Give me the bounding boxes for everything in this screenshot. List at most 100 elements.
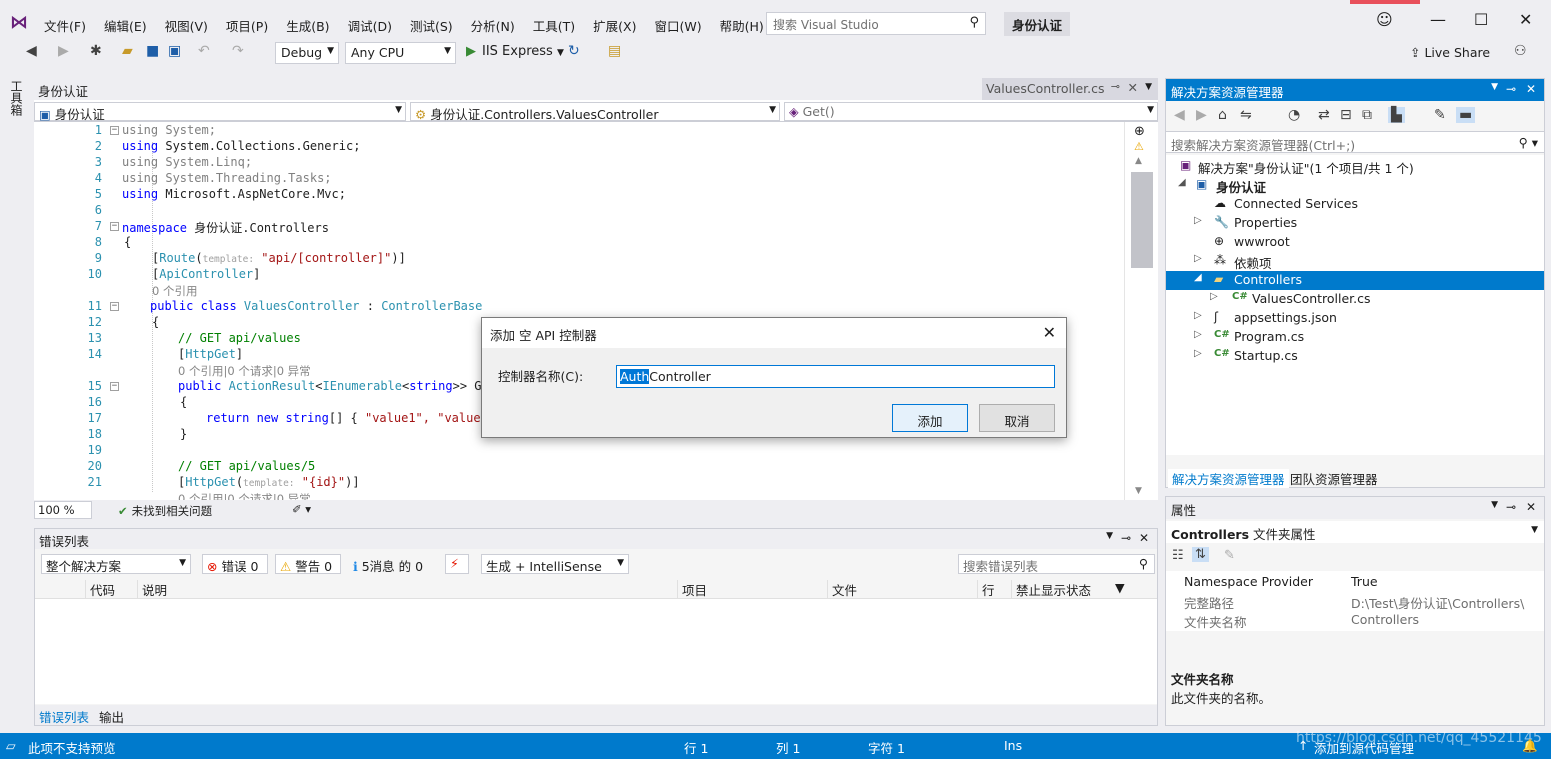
zoom-select[interactable]: 100 % <box>34 501 92 519</box>
show-all-files-icon[interactable]: ⧉ <box>1362 107 1372 123</box>
menu-extensions[interactable]: 扩展(X) <box>593 16 646 35</box>
minimize-icon[interactable]: — <box>1430 10 1446 29</box>
filter-icon[interactable]: ▼ <box>1111 580 1125 595</box>
collapse-all-icon[interactable]: ⊟ <box>1340 107 1352 123</box>
tree-node-appsettings[interactable]: ▷ ʃ appsettings.json <box>1166 309 1544 328</box>
collapsed-icon[interactable]: ▷ <box>1194 253 1202 264</box>
collapsed-icon[interactable]: ▷ <box>1210 291 1218 302</box>
minimize-panel-icon[interactable]: ▬ <box>1456 107 1476 123</box>
close-tab-icon[interactable]: ✕ <box>1128 80 1138 95</box>
scroll-up-icon[interactable]: ▲ <box>1135 156 1142 166</box>
collapsed-icon[interactable]: ▷ <box>1194 348 1202 359</box>
expanded-icon[interactable]: ◢ <box>1178 177 1186 188</box>
back-icon[interactable]: ◀ <box>26 43 37 59</box>
project-nav-dropdown[interactable]: ▣ 身份认证 ▼ <box>34 102 406 122</box>
live-share-button[interactable]: ⇪ Live Share <box>1410 45 1490 60</box>
collapsed-icon[interactable]: ▷ <box>1194 329 1202 340</box>
cancel-button[interactable]: 取消 <box>979 404 1055 432</box>
column-project[interactable]: 项目 <box>677 580 707 599</box>
scope-select[interactable]: 整个解决方案 ▼ <box>41 554 191 574</box>
code-editor[interactable]: 1− using System; 2 using System.Collection… <box>34 122 1124 500</box>
pin-icon[interactable]: ⊸ <box>1121 531 1131 545</box>
property-row[interactable]: Namespace Provider True <box>1166 573 1544 592</box>
properties-icon[interactable]: ✎ <box>1434 107 1446 123</box>
home-icon[interactable]: ⌂ <box>1218 107 1227 123</box>
pin-icon[interactable]: ⊸ <box>1506 500 1516 514</box>
filter-toggle-button[interactable]: ⚡ <box>445 554 469 574</box>
column-description[interactable]: 说明 <box>137 580 167 599</box>
scroll-down-icon[interactable]: ▼ <box>1135 486 1142 496</box>
chevron-down-icon[interactable]: ▼ <box>1491 82 1498 92</box>
close-icon[interactable]: ✕ <box>1139 531 1149 545</box>
platform-select[interactable]: Any CPU ▼ <box>345 42 456 64</box>
pin-icon[interactable]: ⊸ <box>1506 82 1516 96</box>
menu-file[interactable]: 文件(F) <box>44 16 96 35</box>
save-all-icon[interactable]: ▣ <box>168 43 181 59</box>
switch-views-icon[interactable]: ⇋ <box>1240 107 1252 123</box>
tree-node-connected-services[interactable]: ☁ Connected Services <box>1166 195 1544 214</box>
editor-vertical-scrollbar[interactable]: ⊕ ⚠ ▲ ▼ <box>1124 122 1158 500</box>
chevron-down-icon[interactable]: ▼ <box>1145 82 1152 92</box>
tab-team-explorer[interactable]: 团队资源管理器 <box>1286 469 1382 488</box>
save-icon[interactable]: ■ <box>146 43 159 59</box>
menu-view[interactable]: 视图(V) <box>165 16 218 35</box>
sync-icon[interactable]: ⇄ <box>1318 107 1330 123</box>
pin-icon[interactable]: ⊸ <box>1111 80 1120 93</box>
collapsed-icon[interactable]: ▷ <box>1194 310 1202 321</box>
redo-icon[interactable]: ↷ <box>232 43 244 59</box>
menu-build[interactable]: 生成(B) <box>286 16 339 35</box>
menu-test[interactable]: 测试(S) <box>410 16 463 35</box>
tree-node-values-controller[interactable]: ▷ C# ValuesController.cs <box>1166 290 1544 309</box>
admin-icon[interactable]: ⚇ <box>1514 43 1527 59</box>
member-nav-dropdown[interactable]: ◈ Get() ▼ <box>784 102 1158 121</box>
close-icon[interactable]: ✕ <box>1526 500 1536 514</box>
forward-icon[interactable]: ▶ <box>58 43 69 59</box>
tree-node-startup[interactable]: ▷ C# Startup.cs <box>1166 347 1544 366</box>
property-row[interactable]: 文件夹名称 Controllers <box>1166 611 1544 630</box>
error-search-input[interactable]: 搜索错误列表 ⚲ <box>958 554 1155 574</box>
categorized-icon[interactable]: ☷ <box>1172 548 1184 563</box>
codelens-references[interactable]: 0 个引用|0 个请求|0 异常 <box>34 491 1124 500</box>
tree-node-dependencies[interactable]: ▷ ⁂ 依赖项 <box>1166 252 1544 271</box>
run-button[interactable]: ▶ IIS Express ▼ <box>466 44 564 59</box>
column-code[interactable]: 代码 <box>85 580 115 599</box>
brush-icon[interactable]: ✐ ▾ <box>292 502 311 516</box>
property-pages-icon[interactable]: ✎ <box>1224 548 1235 563</box>
feedback-icon[interactable]: ☺ <box>1376 10 1393 29</box>
browser-link-icon[interactable]: ▤ <box>608 43 621 59</box>
properties-object-select[interactable]: Controllers 文件夹属性 ▼ <box>1166 521 1544 543</box>
tree-node-solution[interactable]: ▣ 解决方案"身份认证"(1 个项目/共 1 个) <box>1166 157 1544 176</box>
alphabetical-icon[interactable]: ⇅ <box>1192 547 1209 562</box>
tree-node-program[interactable]: ▷ C# Program.cs <box>1166 328 1544 347</box>
column-line[interactable]: 行 <box>977 580 995 599</box>
close-icon[interactable]: ✕ <box>1526 82 1536 96</box>
vs-search-box[interactable]: 搜索 Visual Studio ⚲ <box>766 12 986 35</box>
close-window-icon[interactable]: ✕ <box>1519 10 1532 29</box>
scrollbar-thumb[interactable] <box>1131 172 1153 268</box>
controller-name-input[interactable]: AuthController <box>616 365 1055 388</box>
errors-filter-button[interactable]: ⊗ 错误 0 <box>202 554 268 574</box>
property-row[interactable]: 完整路径 D:\Test\身份认证\Controllers\ <box>1166 592 1544 611</box>
back-icon[interactable]: ◀ <box>1174 107 1185 123</box>
warnings-filter-button[interactable]: ⚠ 警告 0 <box>275 554 341 574</box>
menu-debug[interactable]: 调试(D) <box>348 16 402 35</box>
new-project-icon[interactable]: ✱ <box>90 43 102 59</box>
refresh-icon[interactable]: ↻ <box>568 43 580 59</box>
split-icon[interactable]: ⊕ <box>1134 124 1145 139</box>
menu-edit[interactable]: 编辑(E) <box>104 16 157 35</box>
tab-output[interactable]: 输出 <box>95 707 128 726</box>
menu-analyze[interactable]: 分析(N) <box>471 16 525 35</box>
notification-icon[interactable]: 🔔 <box>1522 738 1538 754</box>
tab-values-controller[interactable]: ValuesController.cs ⊸ ✕ <box>982 78 1158 100</box>
preview-selected-icon[interactable]: ▙ <box>1388 107 1405 123</box>
open-folder-icon[interactable]: ▰ <box>122 43 133 59</box>
issues-indicator[interactable]: ✔ 未找到相关问题 <box>118 503 212 519</box>
pending-changes-icon[interactable]: ◔ <box>1288 107 1300 123</box>
messages-filter-button[interactable]: ℹ 5消息 的 0 <box>353 556 423 575</box>
menu-tools[interactable]: 工具(T) <box>533 16 585 35</box>
tree-node-properties[interactable]: ▷ 🔧 Properties <box>1166 214 1544 233</box>
expanded-icon[interactable]: ◢ <box>1194 272 1202 283</box>
forward-icon[interactable]: ▶ <box>1196 107 1207 123</box>
class-nav-dropdown[interactable]: ⚙ 身份认证.Controllers.ValuesController ▼ <box>410 102 780 122</box>
menu-project[interactable]: 项目(P) <box>226 16 278 35</box>
